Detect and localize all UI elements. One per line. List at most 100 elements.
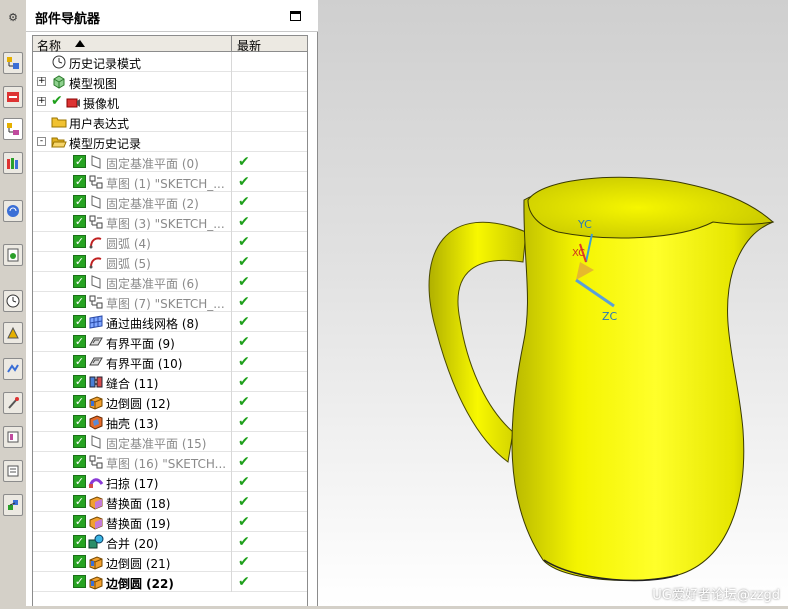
palettes-icon[interactable] (3, 494, 23, 516)
tree-row[interactable]: ✓ 边倒圆 (12) ✔ (33, 392, 307, 412)
sketch-icon (88, 294, 104, 310)
tree-item-label: 有界平面 (9) (106, 337, 175, 351)
feature-checkbox[interactable]: ✓ (73, 315, 86, 328)
tree-item-label: 合并 (20) (106, 537, 159, 551)
datum-plane-icon (88, 434, 104, 450)
feature-checkbox[interactable]: ✓ (73, 395, 86, 408)
graphics-viewport[interactable]: YC XC ZC UG爱好者论坛@zzgd (318, 0, 788, 606)
feature-checkbox[interactable]: ✓ (73, 555, 86, 568)
part-navigator-tree[interactable]: 名称 最新 历史记录模式 + 模型视图 + ✔ 摄像机 用户表达式 - 模型历史记录 ✓ 固定基准平… (32, 35, 308, 606)
tree-row[interactable]: ✓ 固定基准平面 (2) ✔ (33, 192, 307, 212)
tree-row[interactable]: ✓ 缝合 (11) ✔ (33, 372, 307, 392)
tree-row[interactable]: ✓ 通过曲线网格 (8) ✔ (33, 312, 307, 332)
feature-checkbox[interactable]: ✓ (73, 335, 86, 348)
tree-row[interactable]: ✓ 扫掠 (17) ✔ (33, 472, 307, 492)
feature-checkbox[interactable]: ✓ (73, 255, 86, 268)
tree-row[interactable]: ✓ 边倒圆 (22) ✔ (33, 572, 307, 592)
feature-checkbox[interactable]: ✓ (73, 275, 86, 288)
system-scenes-icon[interactable] (3, 460, 23, 482)
tree-row[interactable]: ✓ 替换面 (18) ✔ (33, 492, 307, 512)
tree-row[interactable]: ✓ 有界平面 (9) ✔ (33, 332, 307, 352)
collapse-icon[interactable]: - (37, 137, 46, 146)
reuse-library-icon[interactable] (3, 152, 23, 174)
feature-checkbox[interactable]: ✓ (73, 415, 86, 428)
part-navigator-icon[interactable] (3, 118, 23, 140)
tree-row[interactable]: ✓ 合并 (20) ✔ (33, 532, 307, 552)
tree-row[interactable]: ✓ 草图 (7) "SKETCH_... ✔ (33, 292, 307, 312)
gear-icon[interactable]: ⚙ (3, 6, 23, 28)
tree-item-label: 固定基准平面 (15) (106, 437, 207, 451)
roles-icon[interactable] (3, 426, 23, 448)
tree-row[interactable]: ✓ 圆弧 (5) ✔ (33, 252, 307, 272)
tree-item-label: 草图 (16) "SKETCH... (106, 457, 227, 471)
sort-ascending-icon[interactable] (75, 40, 85, 47)
latest-check-icon: ✔ (238, 194, 250, 210)
tree-row[interactable]: ✓ 固定基准平面 (15) ✔ (33, 432, 307, 452)
feature-checkbox[interactable]: ✓ (73, 155, 86, 168)
feature-checkbox[interactable]: ✓ (73, 515, 86, 528)
tree-row[interactable]: ✓ 固定基准平面 (0) ✔ (33, 152, 307, 172)
feature-checkbox[interactable]: ✓ (73, 295, 86, 308)
clock-icon (51, 54, 67, 70)
process-studio-icon[interactable] (3, 358, 23, 380)
expand-icon[interactable]: + (37, 97, 46, 106)
tree-row[interactable]: + 模型视图 (33, 72, 307, 92)
part-navigator-panel: 部件导航器 名称 最新 历史记录模式 + 模型视图 + ✔ 摄像机 用户表达式 - 模型历史记录… (26, 0, 318, 606)
camera-icon (65, 94, 81, 110)
tree-row[interactable]: + ✔ 摄像机 (33, 92, 307, 112)
latest-check-icon: ✔ (238, 234, 250, 250)
latest-check-icon: ✔ (238, 374, 250, 390)
feature-checkbox[interactable]: ✓ (73, 235, 86, 248)
assembly-navigator-icon[interactable] (3, 52, 23, 74)
feature-checkbox[interactable]: ✓ (73, 535, 86, 548)
manufacturing-wizard-icon[interactable] (3, 392, 23, 414)
history-icon[interactable] (3, 244, 23, 266)
tree-row[interactable]: - 模型历史记录 (33, 132, 307, 152)
feature-checkbox[interactable]: ✓ (73, 175, 86, 188)
latest-check-icon: ✔ (238, 314, 250, 330)
system-materials-icon[interactable] (3, 322, 23, 344)
tree-row[interactable]: ✓ 边倒圆 (21) ✔ (33, 552, 307, 572)
tree-item-label: 替换面 (18) (106, 497, 171, 511)
tree-row[interactable]: ✓ 草图 (3) "SKETCH_... ✔ (33, 212, 307, 232)
xc-label: XC (572, 248, 585, 259)
tree-row[interactable]: ✓ 固定基准平面 (6) ✔ (33, 272, 307, 292)
pitcher-body (511, 186, 775, 581)
tree-row[interactable]: ✓ 有界平面 (10) ✔ (33, 352, 307, 372)
pitcher-model[interactable]: YC XC ZC (318, 0, 788, 606)
latest-check-icon: ✔ (238, 394, 250, 410)
tree-row[interactable]: 用户表达式 (33, 112, 307, 132)
tree-row[interactable]: ✓ 替换面 (19) ✔ (33, 512, 307, 532)
model-view-icon (51, 74, 67, 90)
feature-checkbox[interactable]: ✓ (73, 375, 86, 388)
latest-check-icon: ✔ (238, 514, 250, 530)
latest-check-icon: ✔ (238, 494, 250, 510)
expand-icon[interactable]: + (37, 77, 46, 86)
constraint-navigator-icon[interactable] (3, 86, 23, 108)
tree-row[interactable]: ✓ 草图 (1) "SKETCH_... ✔ (33, 172, 307, 192)
latest-check-icon: ✔ (238, 254, 250, 270)
tree-item-label: 圆弧 (4) (106, 237, 151, 251)
tree-item-label: 固定基准平面 (2) (106, 197, 199, 211)
tree-row[interactable]: ✓ 抽壳 (13) ✔ (33, 412, 307, 432)
replace-face-icon (88, 494, 104, 510)
visible-check-icon[interactable]: ✔ (51, 93, 63, 109)
feature-checkbox[interactable]: ✓ (73, 215, 86, 228)
feature-checkbox[interactable]: ✓ (73, 195, 86, 208)
latest-check-icon: ✔ (238, 154, 250, 170)
tree-row[interactable]: 历史记录模式 (33, 52, 307, 72)
edge-blend-icon (88, 574, 104, 590)
feature-checkbox[interactable]: ✓ (73, 575, 86, 588)
tree-row[interactable]: ✓ 圆弧 (4) ✔ (33, 232, 307, 252)
web-browser-icon[interactable] (3, 200, 23, 222)
feature-checkbox[interactable]: ✓ (73, 495, 86, 508)
feature-checkbox[interactable]: ✓ (73, 475, 86, 488)
feature-checkbox[interactable]: ✓ (73, 435, 86, 448)
maximize-icon[interactable] (290, 11, 301, 21)
column-divider[interactable] (231, 36, 232, 52)
latest-check-icon: ✔ (238, 574, 250, 590)
tree-row[interactable]: ✓ 草图 (16) "SKETCH... ✔ (33, 452, 307, 472)
feature-checkbox[interactable]: ✓ (73, 355, 86, 368)
clock-icon[interactable] (3, 290, 23, 312)
feature-checkbox[interactable]: ✓ (73, 455, 86, 468)
